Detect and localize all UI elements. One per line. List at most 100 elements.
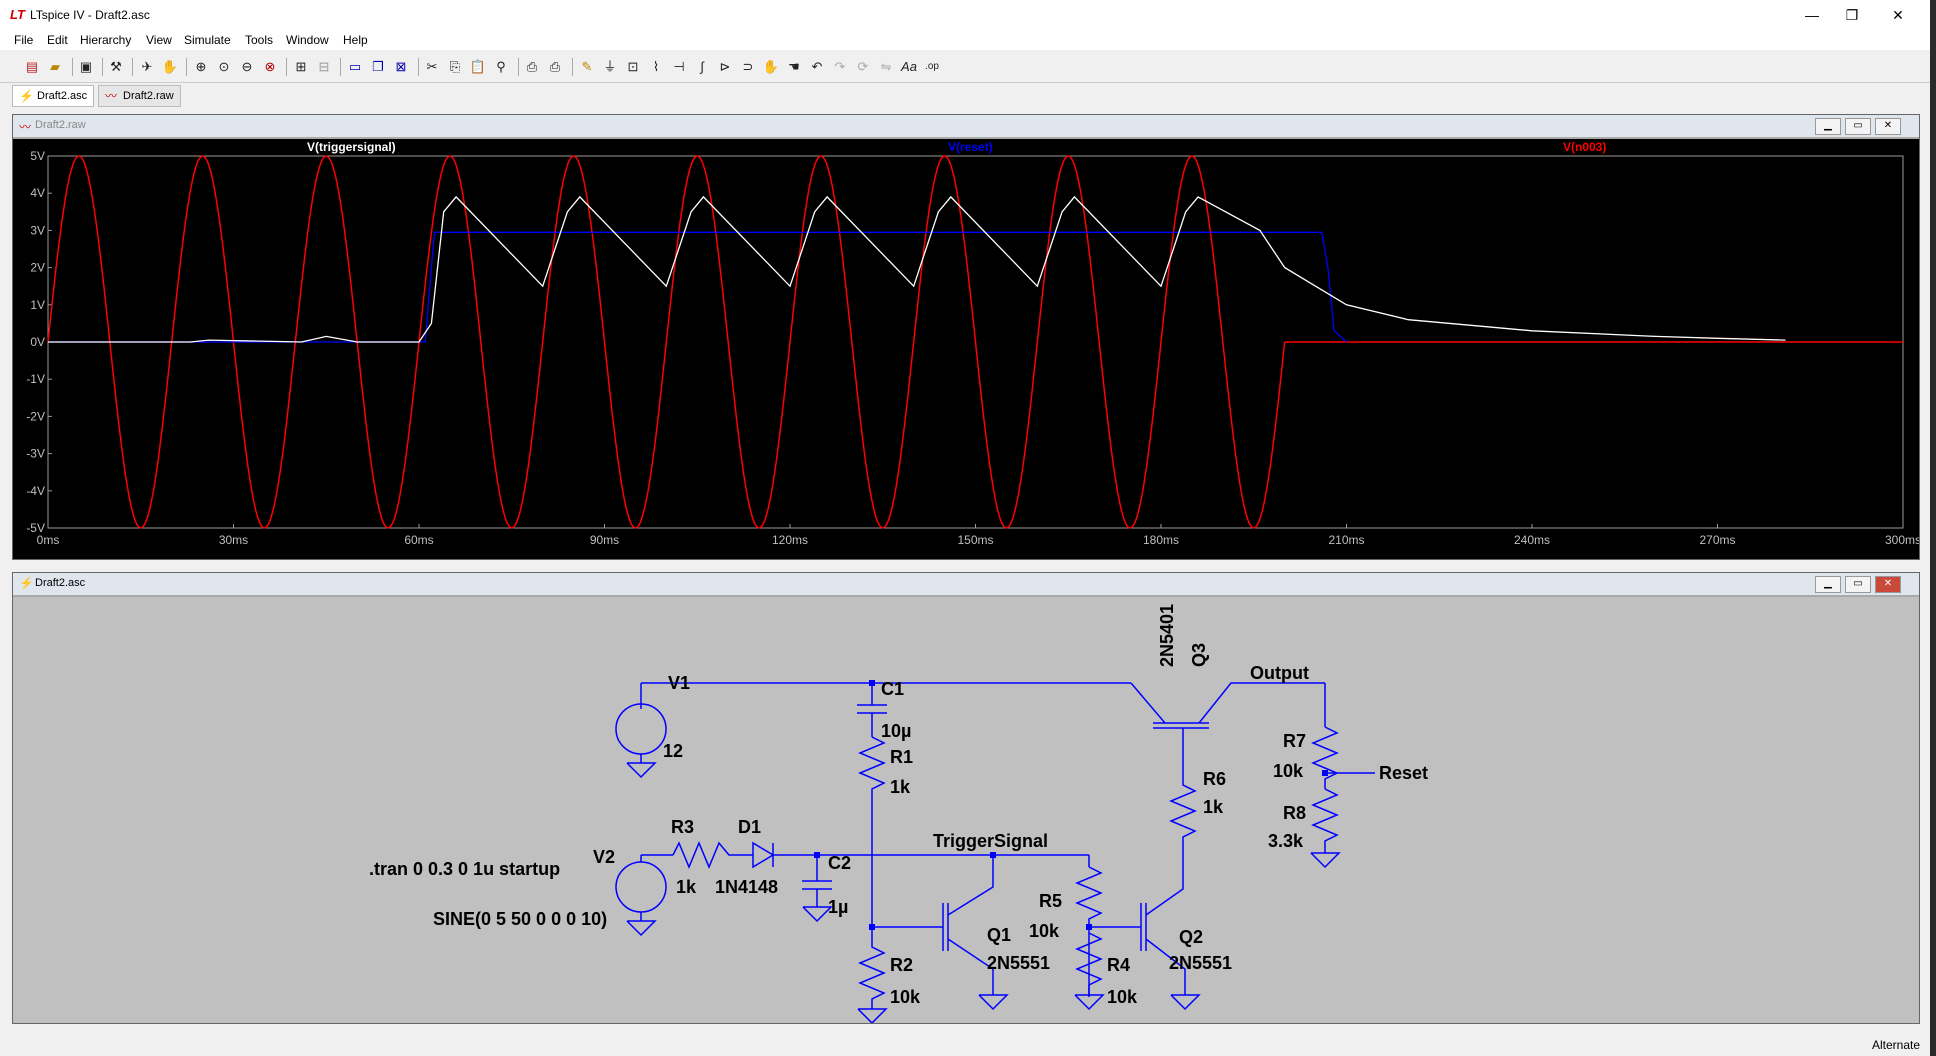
c2-value[interactable]: 1µ: [828, 897, 848, 917]
d1-label[interactable]: D1: [738, 817, 761, 837]
maximize-button[interactable]: ❐: [1832, 4, 1872, 26]
zoom-out-icon[interactable]: ⊖: [237, 57, 257, 77]
cut-icon[interactable]: ✂: [422, 57, 442, 77]
r3-value[interactable]: 1k: [676, 877, 697, 897]
q1-label[interactable]: Q1: [987, 925, 1011, 945]
waveform-plot[interactable]: V(triggersignal) V(reset) V(n003) 5V 4V 3V…: [13, 139, 1919, 559]
schematic-close-button[interactable]: ✕: [1875, 576, 1901, 593]
v2-label[interactable]: V2: [593, 847, 615, 867]
q3-value[interactable]: 2N5401: [1157, 604, 1177, 667]
ground-icon[interactable]: ⏚: [600, 57, 620, 77]
r4-label[interactable]: R4: [1107, 955, 1130, 975]
rotate-icon[interactable]: ⟳: [853, 57, 873, 77]
mirror-icon[interactable]: ⇋: [876, 57, 896, 77]
r1-value[interactable]: 1k: [890, 777, 911, 797]
minimize-button[interactable]: —: [1792, 4, 1832, 26]
net-label-triggersignal[interactable]: TriggerSignal: [933, 831, 1048, 851]
waveform-minimize-button[interactable]: ▁: [1815, 118, 1841, 135]
c1-value[interactable]: 10µ: [881, 721, 911, 741]
v1-value[interactable]: 12: [663, 741, 683, 761]
new-schematic-icon[interactable]: ▤: [22, 57, 42, 77]
tab-draft2-asc[interactable]: ⚡ Draft2.asc: [12, 85, 95, 107]
trace-label-reset[interactable]: V(reset): [948, 140, 993, 154]
title-bar[interactable]: LT LTspice IV - Draft2.asc — ❐ ✕: [0, 0, 1930, 30]
r6-value[interactable]: 1k: [1203, 797, 1224, 817]
text-icon[interactable]: Aa: [899, 57, 919, 77]
tile-horizontal-icon[interactable]: ▭: [345, 57, 365, 77]
menu-file[interactable]: File: [14, 33, 33, 47]
r5-label[interactable]: R5: [1039, 891, 1062, 911]
copy-icon[interactable]: ⎘: [445, 57, 465, 77]
tran-directive[interactable]: .tran 0 0.3 0 1u startup: [369, 859, 560, 879]
r5-value[interactable]: 10k: [1029, 921, 1060, 941]
print-setup-icon[interactable]: ⎙: [522, 57, 542, 77]
r3-label[interactable]: R3: [671, 817, 694, 837]
r6-label[interactable]: R6: [1203, 769, 1226, 789]
c1-label[interactable]: C1: [881, 679, 904, 699]
pan-icon[interactable]: ⊙: [214, 57, 234, 77]
paste-icon[interactable]: 📋: [468, 57, 488, 77]
schematic-canvas[interactable]: V1 12 V2 SINE(0 5 50 0 0 0 10) .tran 0 0…: [13, 597, 1919, 1023]
d1-value[interactable]: 1N4148: [715, 877, 778, 897]
draw-wire-pencil-icon[interactable]: ✎: [577, 57, 597, 77]
net-label-reset[interactable]: Reset: [1379, 763, 1428, 783]
waveform-window-titlebar[interactable]: 〰 Draft2.raw ▁ ▭ ✕: [13, 115, 1919, 137]
halt-hand-icon[interactable]: ✋: [160, 57, 180, 77]
menu-window[interactable]: Window: [286, 33, 329, 47]
menu-tools[interactable]: Tools: [245, 33, 273, 47]
redo-icon[interactable]: ↷: [830, 57, 850, 77]
menu-hierarchy[interactable]: Hierarchy: [80, 33, 131, 47]
zoom-fit-icon[interactable]: ⊗: [260, 57, 280, 77]
schematic-window-titlebar[interactable]: ⚡ Draft2.asc ▁ ▭ ✕: [13, 573, 1919, 595]
save-icon[interactable]: ▣: [76, 57, 96, 77]
component-and-gate-icon[interactable]: ⊃: [738, 57, 758, 77]
find-binoculars-icon[interactable]: ⚲: [491, 57, 511, 77]
r2-label[interactable]: R2: [890, 955, 913, 975]
menu-edit[interactable]: Edit: [47, 33, 68, 47]
r2-value[interactable]: 10k: [890, 987, 921, 1007]
r1-label[interactable]: R1: [890, 747, 913, 767]
r7-label[interactable]: R7: [1283, 731, 1306, 751]
control-panel-hammer-icon[interactable]: ⚒: [106, 57, 126, 77]
r7-value[interactable]: 10k: [1273, 761, 1304, 781]
drag-hand-icon[interactable]: ☚: [784, 57, 804, 77]
trace-label-n003[interactable]: V(n003): [1563, 140, 1606, 154]
net-label-output[interactable]: Output: [1250, 663, 1309, 683]
move-hand-icon[interactable]: ✋: [761, 57, 781, 77]
diode-icon[interactable]: ⊳: [715, 57, 735, 77]
r8-value[interactable]: 3.3k: [1268, 831, 1304, 851]
waveform-close-button[interactable]: ✕: [1875, 118, 1901, 135]
run-icon[interactable]: ✈: [137, 57, 157, 77]
menu-view[interactable]: View: [146, 33, 172, 47]
autorange-icon[interactable]: ⊞: [291, 57, 311, 77]
spice-directive-icon[interactable]: .op: [922, 57, 942, 77]
q1-value[interactable]: 2N5551: [987, 953, 1050, 973]
undo-icon[interactable]: ↶: [807, 57, 827, 77]
r4-value[interactable]: 10k: [1107, 987, 1138, 1007]
c2-label[interactable]: C2: [828, 853, 851, 873]
tab-draft2-raw[interactable]: 〰 Draft2.raw: [98, 85, 181, 107]
print-icon[interactable]: ⎙: [545, 57, 565, 77]
q2-label[interactable]: Q2: [1179, 927, 1203, 947]
inductor-icon[interactable]: ∫: [692, 57, 712, 77]
v2-value[interactable]: SINE(0 5 50 0 0 0 10): [433, 909, 607, 929]
close-button[interactable]: ✕: [1878, 4, 1918, 26]
v1-label[interactable]: V1: [668, 673, 690, 693]
schematic-maximize-button[interactable]: ▭: [1845, 576, 1871, 593]
menu-help[interactable]: Help: [343, 33, 368, 47]
waveform-maximize-button[interactable]: ▭: [1845, 118, 1871, 135]
close-windows-icon[interactable]: ⊠: [391, 57, 411, 77]
r8-label[interactable]: R8: [1283, 803, 1306, 823]
schematic-minimize-button[interactable]: ▁: [1815, 576, 1841, 593]
pick-visible-traces-icon[interactable]: ⊟: [314, 57, 334, 77]
capacitor-icon[interactable]: ⊣: [669, 57, 689, 77]
menu-simulate[interactable]: Simulate: [184, 33, 231, 47]
open-folder-icon[interactable]: ▰: [45, 57, 65, 77]
cascade-windows-icon[interactable]: ❐: [368, 57, 388, 77]
resistor-icon[interactable]: ⌇: [646, 57, 666, 77]
q2-value[interactable]: 2N5551: [1169, 953, 1232, 973]
q3-label[interactable]: Q3: [1189, 643, 1209, 667]
trace-label-triggersignal[interactable]: V(triggersignal): [307, 140, 396, 154]
label-net-icon[interactable]: ⊡: [623, 57, 643, 77]
zoom-in-icon[interactable]: ⊕: [191, 57, 211, 77]
